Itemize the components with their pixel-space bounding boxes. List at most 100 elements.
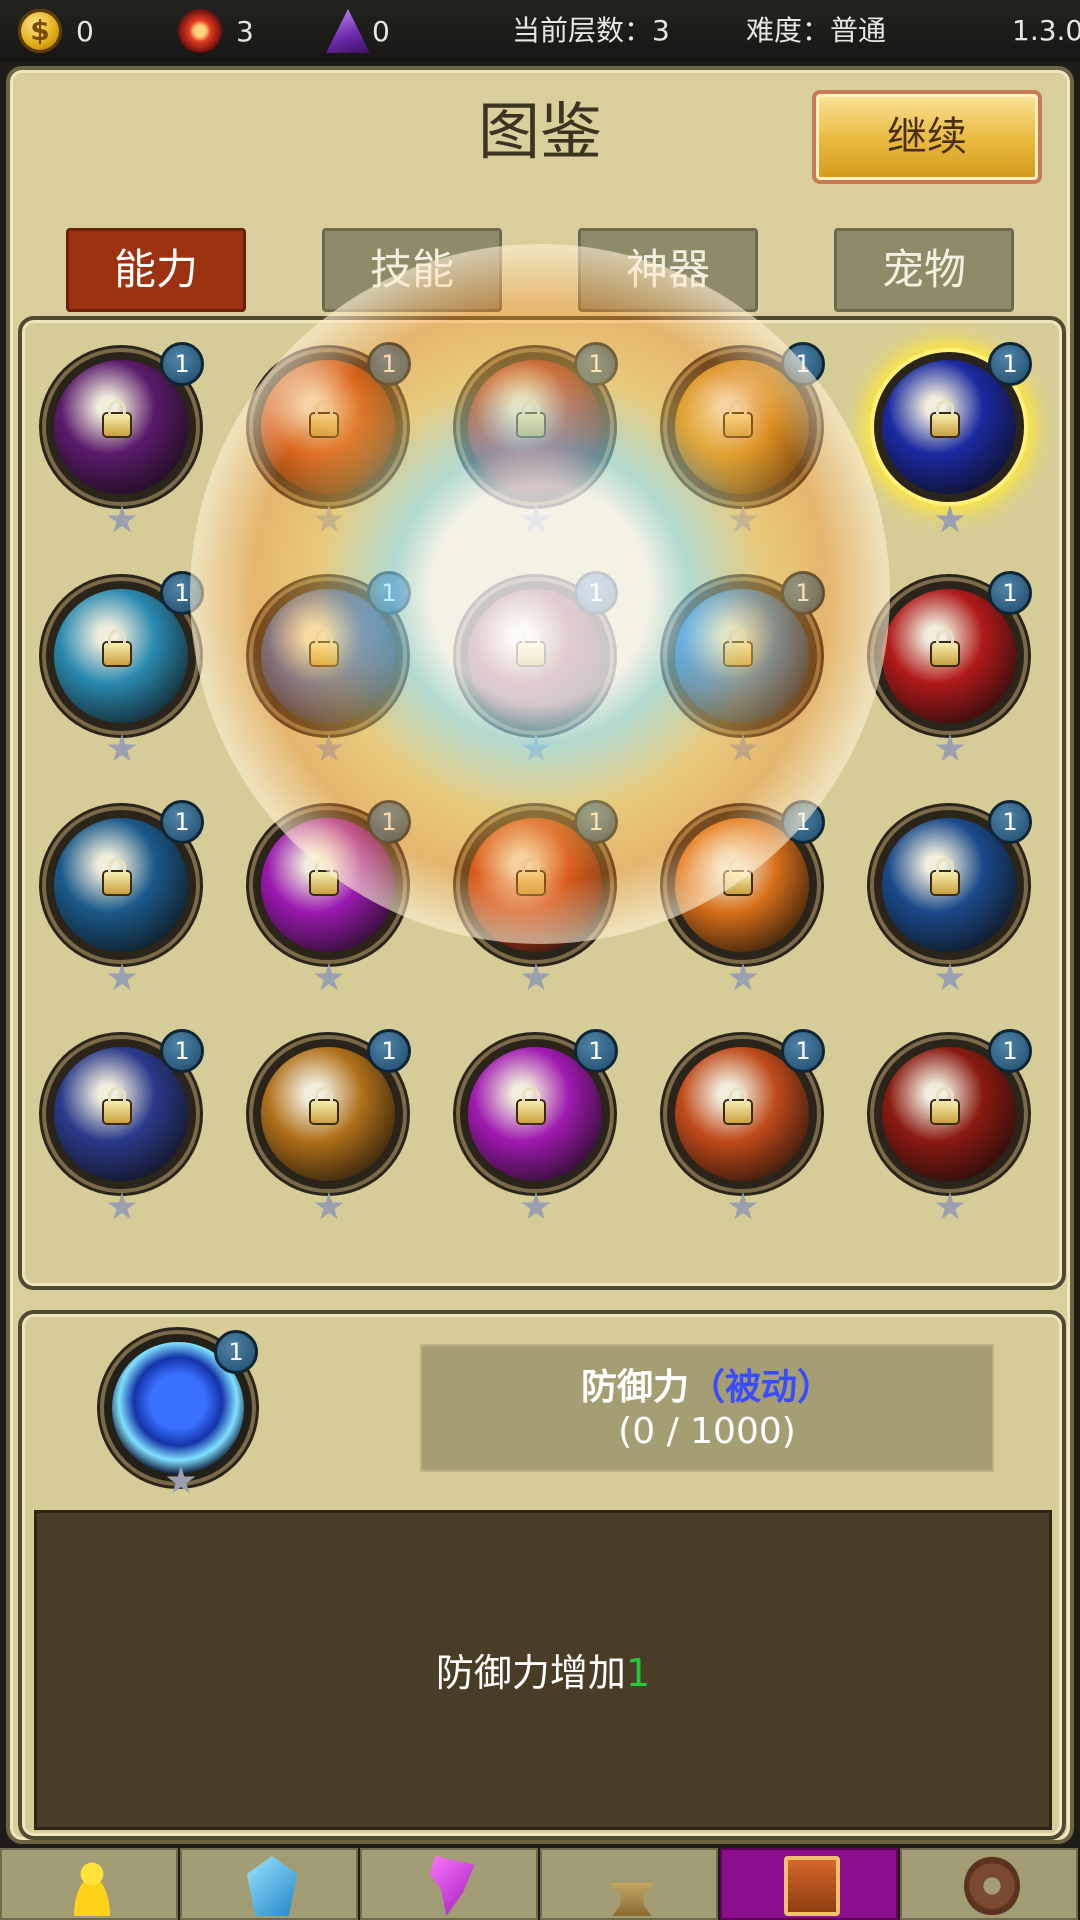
star-icon [728, 505, 758, 533]
lock-icon [311, 1087, 337, 1123]
ability-grid[interactable]: 1 1 1 1 1 1 1 1 1 1 1 1 1 1 1 1 1 1 1 1 [18, 316, 1066, 1290]
nav-character[interactable] [0, 1848, 178, 1920]
level-badge: 1 [367, 342, 411, 386]
tab-abilities[interactable]: 能力 [66, 228, 246, 312]
level-badge: 1 [367, 800, 411, 844]
star-icon [107, 734, 137, 762]
tab-pets[interactable]: 宠物 [834, 228, 1014, 312]
level-badge: 1 [574, 1029, 618, 1073]
ability-progress: (0 / 1000) [618, 1411, 796, 1452]
ability-cell[interactable]: 1 [30, 798, 210, 1008]
lock-icon [725, 629, 751, 665]
ability-name: 防御力 [580, 1367, 689, 1408]
top-status-bar: 0 3 0 当前层数：3 难度：普通 1.3.0 [0, 0, 1080, 62]
level-badge: 1 [988, 571, 1032, 615]
codex-book-icon [784, 1856, 840, 1916]
tab-skills[interactable]: 技能 [322, 228, 502, 312]
lock-icon [725, 1087, 751, 1123]
nav-codex[interactable] [720, 1848, 898, 1920]
purple-gem-amount: 0 [372, 14, 390, 48]
star-icon [935, 1192, 965, 1220]
level-badge: 1 [574, 571, 618, 615]
ability-cell[interactable]: 1 [858, 798, 1038, 1008]
lock-icon [932, 400, 958, 436]
level-badge: 1 [574, 342, 618, 386]
star-icon [107, 963, 137, 991]
lock-icon [311, 400, 337, 436]
star-icon [521, 963, 551, 991]
description-value: 1 [625, 1651, 651, 1695]
lock-icon [104, 1087, 130, 1123]
star-icon [107, 1192, 137, 1220]
ability-description: 防御力增加1 [34, 1510, 1052, 1830]
detail-level-badge: 1 [214, 1330, 258, 1374]
lock-icon [518, 858, 544, 894]
level-badge: 1 [988, 342, 1032, 386]
ability-cell[interactable]: 1 [444, 798, 624, 1008]
ability-cell[interactable]: 1 [651, 569, 831, 779]
star-icon [521, 734, 551, 762]
lock-icon [311, 858, 337, 894]
star-icon [314, 505, 344, 533]
purple-rune-icon [429, 1856, 475, 1916]
ability-cell[interactable]: 1 [858, 569, 1038, 779]
ability-cell[interactable]: 1 [30, 1027, 210, 1237]
ability-cell[interactable]: 1 [858, 340, 1038, 550]
floor-indicator: 当前层数：3 [512, 14, 670, 47]
continue-button[interactable]: 继续 [812, 90, 1042, 184]
red-gem-counter: 3 [178, 8, 254, 54]
crystal-icon [246, 1856, 298, 1916]
level-badge: 1 [160, 800, 204, 844]
lock-icon [104, 858, 130, 894]
ability-cell[interactable]: 1 [858, 1027, 1038, 1237]
nav-settings[interactable] [900, 1848, 1078, 1920]
ability-cell[interactable]: 1 [237, 798, 417, 1008]
lock-icon [104, 629, 130, 665]
ability-cell[interactable]: 1 [237, 340, 417, 550]
lock-icon [932, 1087, 958, 1123]
level-badge: 1 [160, 1029, 204, 1073]
description-text: 防御力增加 [435, 1651, 626, 1695]
star-icon [107, 505, 137, 533]
level-badge: 1 [781, 1029, 825, 1073]
ability-cell[interactable]: 1 [651, 798, 831, 1008]
star-icon [521, 1192, 551, 1220]
lock-icon [518, 1087, 544, 1123]
purple-gem-counter: 0 [326, 8, 390, 54]
level-badge: 1 [988, 1029, 1032, 1073]
gold-counter: 0 [18, 8, 94, 54]
lock-icon [725, 858, 751, 894]
ability-cell[interactable]: 1 [651, 340, 831, 550]
ability-cell[interactable]: 1 [444, 569, 624, 779]
star-icon [935, 734, 965, 762]
nav-crystal[interactable] [180, 1848, 358, 1920]
star-icon [728, 1192, 758, 1220]
ability-cell[interactable]: 1 [444, 1027, 624, 1237]
star-icon [314, 1192, 344, 1220]
ability-cell[interactable]: 1 [30, 340, 210, 550]
character-icon [64, 1856, 120, 1916]
ability-cell[interactable]: 1 [237, 569, 417, 779]
lock-icon [518, 400, 544, 436]
level-badge: 1 [781, 342, 825, 386]
red-gem-amount: 3 [236, 14, 254, 48]
star-icon [728, 963, 758, 991]
difficulty-indicator: 难度：普通 [746, 14, 887, 47]
gold-amount: 0 [76, 14, 94, 48]
ability-cell[interactable]: 1 [651, 1027, 831, 1237]
red-gem-icon [178, 9, 222, 53]
bottom-nav [0, 1848, 1080, 1920]
gear-icon [964, 1856, 1020, 1916]
level-badge: 1 [988, 800, 1032, 844]
ability-cell[interactable]: 1 [237, 1027, 417, 1237]
ability-info-plate: 防御力（被动） (0 / 1000) [420, 1344, 994, 1472]
level-badge: 1 [367, 571, 411, 615]
level-badge: 1 [781, 800, 825, 844]
nav-rune[interactable] [360, 1848, 538, 1920]
nav-forge[interactable] [540, 1848, 718, 1920]
version-label: 1.3.0 [1012, 14, 1080, 47]
ability-cell[interactable]: 1 [30, 569, 210, 779]
star-icon [728, 734, 758, 762]
tab-artifacts[interactable]: 神器 [578, 228, 758, 312]
ability-cell[interactable]: 1 [444, 340, 624, 550]
